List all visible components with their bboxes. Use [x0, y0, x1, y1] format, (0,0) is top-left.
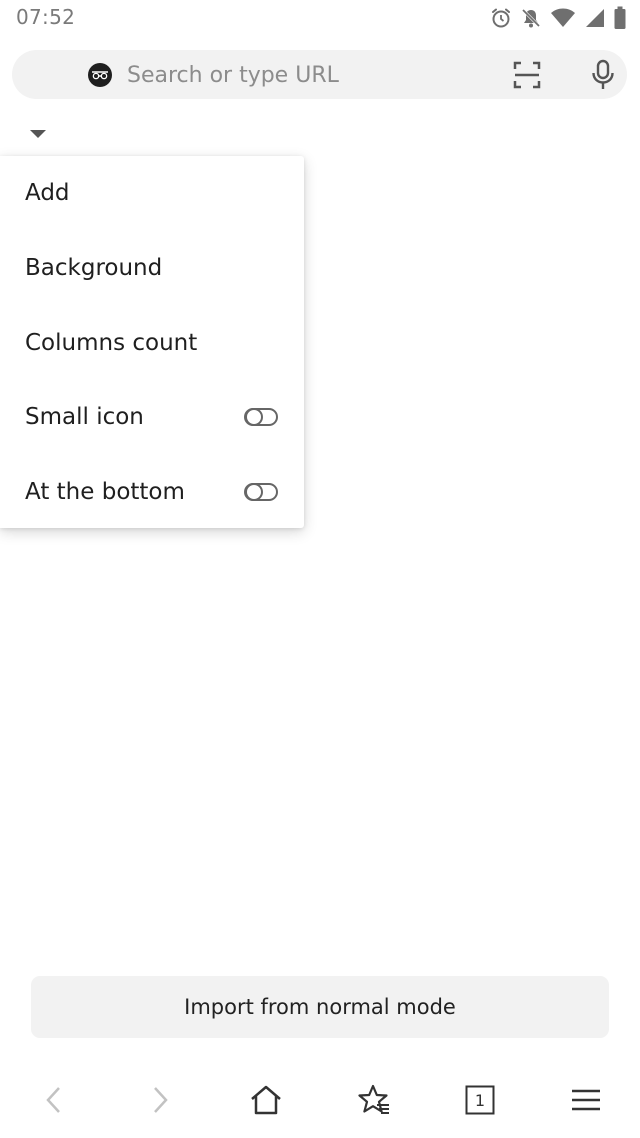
tab-count: 1 [474, 1090, 486, 1110]
back-button[interactable] [30, 1076, 78, 1124]
menu-button[interactable] [562, 1076, 610, 1124]
tabs-button[interactable]: 1 [456, 1076, 504, 1124]
speed-dial-menu: Add Background Columns count Small icon … [0, 156, 304, 528]
battery-icon [614, 6, 626, 29]
alarm-icon [492, 8, 510, 28]
home-icon [251, 1085, 281, 1115]
menu-item-add[interactable]: Add [0, 156, 304, 230]
bottom-toolbar: 1 [0, 1066, 640, 1138]
menu-item-label: At the bottom [25, 479, 185, 505]
menu-item-columns-count[interactable]: Columns count [0, 306, 304, 380]
menu-icon [572, 1089, 600, 1111]
tabs-icon: 1 [465, 1085, 495, 1115]
at-the-bottom-toggle[interactable] [244, 481, 278, 503]
bookmarks-button[interactable] [350, 1076, 398, 1124]
microphone-icon[interactable] [590, 59, 616, 91]
back-icon [46, 1087, 60, 1113]
menu-item-label: Columns count [25, 330, 198, 356]
scan-icon[interactable] [512, 60, 542, 90]
import-from-normal-mode-button[interactable]: Import from normal mode [31, 976, 609, 1038]
forward-button[interactable] [136, 1076, 184, 1124]
menu-item-small-icon[interactable]: Small icon [0, 380, 304, 454]
menu-item-at-the-bottom[interactable]: At the bottom [0, 455, 304, 529]
status-bar: 07:52 [0, 0, 640, 38]
small-icon-toggle[interactable] [244, 406, 278, 428]
status-time: 07:52 [16, 5, 76, 29]
browser-screen: 07:52 Search or type URL Add Background … [0, 0, 640, 1138]
cell-signal-icon [586, 9, 604, 27]
bookmarks-icon [358, 1084, 389, 1114]
status-icons [490, 5, 626, 31]
menu-item-label: Background [25, 255, 163, 281]
url-bar[interactable] [12, 50, 627, 99]
chevron-down-icon[interactable] [29, 128, 47, 140]
import-button-label: Import from normal mode [184, 995, 456, 1019]
forward-icon [154, 1087, 168, 1113]
menu-item-label: Small icon [25, 404, 144, 430]
menu-item-background[interactable]: Background [0, 231, 304, 305]
home-button[interactable] [242, 1076, 290, 1124]
wifi-icon [551, 8, 575, 27]
search-input[interactable] [127, 60, 487, 90]
notifications-off-icon [521, 8, 541, 28]
menu-item-label: Add [25, 180, 70, 206]
incognito-icon [88, 63, 112, 87]
